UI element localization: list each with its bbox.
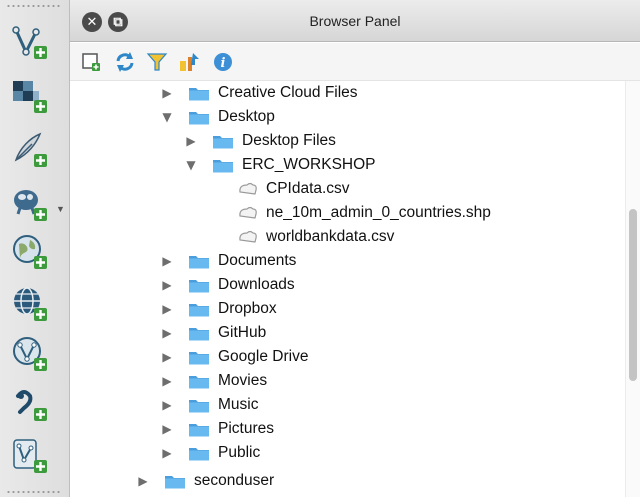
expand-arrow-icon[interactable]: ▶ (160, 302, 174, 316)
collapse-arrow-icon[interactable]: ▼ (184, 158, 198, 172)
vertical-scrollbar[interactable] (625, 81, 640, 497)
properties-info-icon[interactable]: i (212, 51, 234, 73)
folder-icon (212, 157, 234, 173)
tree-item-ne-10m-admin[interactable]: ne_10m_admin_0_countries.shp (238, 201, 491, 225)
tree-item-cpidata[interactable]: CPIdata.csv (238, 177, 350, 201)
tree-item-desktop[interactable]: ▼ Desktop (160, 105, 275, 129)
toolbar-grip[interactable] (6, 4, 62, 8)
tree-item-google-drive[interactable]: ▶ Google Drive (160, 345, 308, 369)
layer-toolbar: ▼ (0, 0, 70, 497)
folder-icon (188, 373, 210, 389)
panel-toolbar: i (70, 43, 640, 81)
expand-arrow-icon[interactable]: ▶ (160, 446, 174, 460)
collapse-all-icon[interactable] (178, 51, 200, 73)
folder-icon (188, 277, 210, 293)
tree-item-erc-workshop[interactable]: ▼ ERC_WORKSHOP (184, 153, 375, 177)
tree-item-dropbox[interactable]: ▶ Dropbox (160, 297, 276, 321)
collapse-arrow-icon[interactable]: ▼ (160, 110, 174, 124)
folder-icon (188, 421, 210, 437)
add-delimited-text-layer-icon[interactable] (10, 130, 50, 170)
expand-arrow-icon[interactable]: ▶ (160, 374, 174, 388)
folder-icon (188, 445, 210, 461)
tree-item-creative-cloud-files[interactable]: ▶ Creative Cloud Files (160, 81, 357, 105)
expand-arrow-icon[interactable]: ▶ (160, 422, 174, 436)
layer-file-icon (238, 182, 258, 196)
layer-file-icon (238, 206, 258, 220)
add-wcs-layer-icon[interactable] (10, 334, 50, 374)
folder-icon (188, 253, 210, 269)
folder-icon (188, 109, 210, 125)
add-selected-layers-icon[interactable] (80, 51, 102, 73)
add-postgis-layer-icon[interactable] (10, 184, 50, 224)
expand-arrow-icon[interactable]: ▶ (160, 398, 174, 412)
expand-arrow-icon[interactable]: ▶ (160, 254, 174, 268)
folder-icon (188, 85, 210, 101)
tree-item-downloads[interactable]: ▶ Downloads (160, 273, 294, 297)
add-wfs-layer-icon[interactable] (10, 284, 50, 324)
filter-icon[interactable] (146, 51, 168, 73)
tree-item-pictures[interactable]: ▶ Pictures (160, 417, 274, 441)
expand-arrow-icon[interactable]: ▶ (136, 474, 150, 488)
tree-item-music[interactable]: ▶ Music (160, 393, 258, 417)
folder-icon (188, 349, 210, 365)
folder-icon (188, 301, 210, 317)
add-virtual-layer-icon[interactable] (10, 436, 50, 476)
expand-arrow-icon[interactable]: ▶ (160, 350, 174, 364)
tree-item-desktop-files[interactable]: ▶ Desktop Files (184, 129, 336, 153)
expand-arrow-icon[interactable]: ▶ (184, 134, 198, 148)
panel-titlebar: ✕ ⧉ Browser Panel (70, 0, 640, 42)
tree-item-seconduser[interactable]: ▶ seconduser (136, 469, 274, 493)
expand-arrow-icon[interactable]: ▶ (160, 86, 174, 100)
add-spatialite-layer-icon[interactable] (10, 384, 50, 424)
expand-arrow-icon[interactable]: ▶ (160, 278, 174, 292)
expand-arrow-icon[interactable]: ▶ (160, 326, 174, 340)
folder-icon (164, 473, 186, 489)
add-raster-layer-icon[interactable] (10, 76, 50, 116)
folder-icon (212, 133, 234, 149)
browser-panel: ✕ ⧉ Browser Panel i ▶ Creative Cloud Fil… (70, 0, 640, 497)
scrollbar-thumb[interactable] (629, 209, 637, 381)
folder-icon (188, 397, 210, 413)
add-wms-layer-icon[interactable] (10, 232, 50, 272)
toolbar-grip-bottom (6, 490, 62, 494)
layer-file-icon (238, 230, 258, 244)
add-vector-layer-icon[interactable] (10, 22, 50, 62)
refresh-icon[interactable] (114, 51, 136, 73)
folder-icon (188, 325, 210, 341)
svg-text:i: i (221, 56, 226, 71)
tree-item-movies[interactable]: ▶ Movies (160, 369, 267, 393)
panel-title: Browser Panel (309, 13, 401, 29)
tree-item-documents[interactable]: ▶ Documents (160, 249, 296, 273)
browser-tree: ▶ Creative Cloud Files ▼ Desktop ▶ Deskt… (70, 81, 625, 497)
tree-item-public[interactable]: ▶ Public (160, 441, 260, 465)
tree-item-github[interactable]: ▶ GitHub (160, 321, 266, 345)
tree-item-worldbankdata[interactable]: worldbankdata.csv (238, 225, 394, 249)
chevron-down-icon[interactable]: ▼ (56, 204, 65, 214)
